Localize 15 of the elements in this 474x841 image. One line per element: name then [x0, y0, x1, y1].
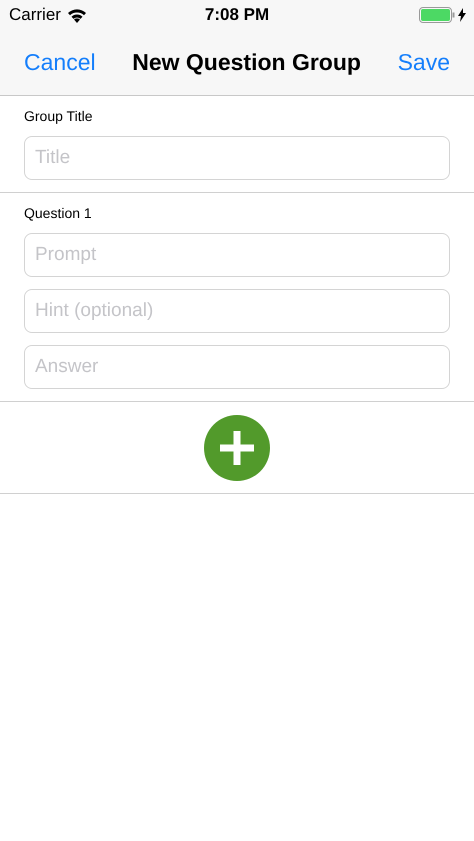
- wifi-icon: [66, 8, 87, 22]
- save-button[interactable]: Save: [398, 49, 450, 76]
- text-field[interactable]: Hint (optional): [24, 289, 450, 333]
- plus-icon: [220, 430, 254, 464]
- section-label: Group Title: [24, 108, 92, 124]
- section-label: Question 1: [24, 205, 92, 221]
- text-field[interactable]: Prompt: [24, 233, 450, 277]
- nav-title: New Question Group: [132, 49, 361, 76]
- battery-icon: [419, 7, 455, 23]
- charging-icon: [458, 8, 466, 22]
- text-field[interactable]: Answer: [24, 345, 450, 389]
- text-field[interactable]: Title: [24, 136, 450, 180]
- status-time: 7:08 PM: [204, 5, 270, 25]
- carrier-label: Carrier: [9, 5, 61, 25]
- cancel-button[interactable]: Cancel: [24, 49, 96, 76]
